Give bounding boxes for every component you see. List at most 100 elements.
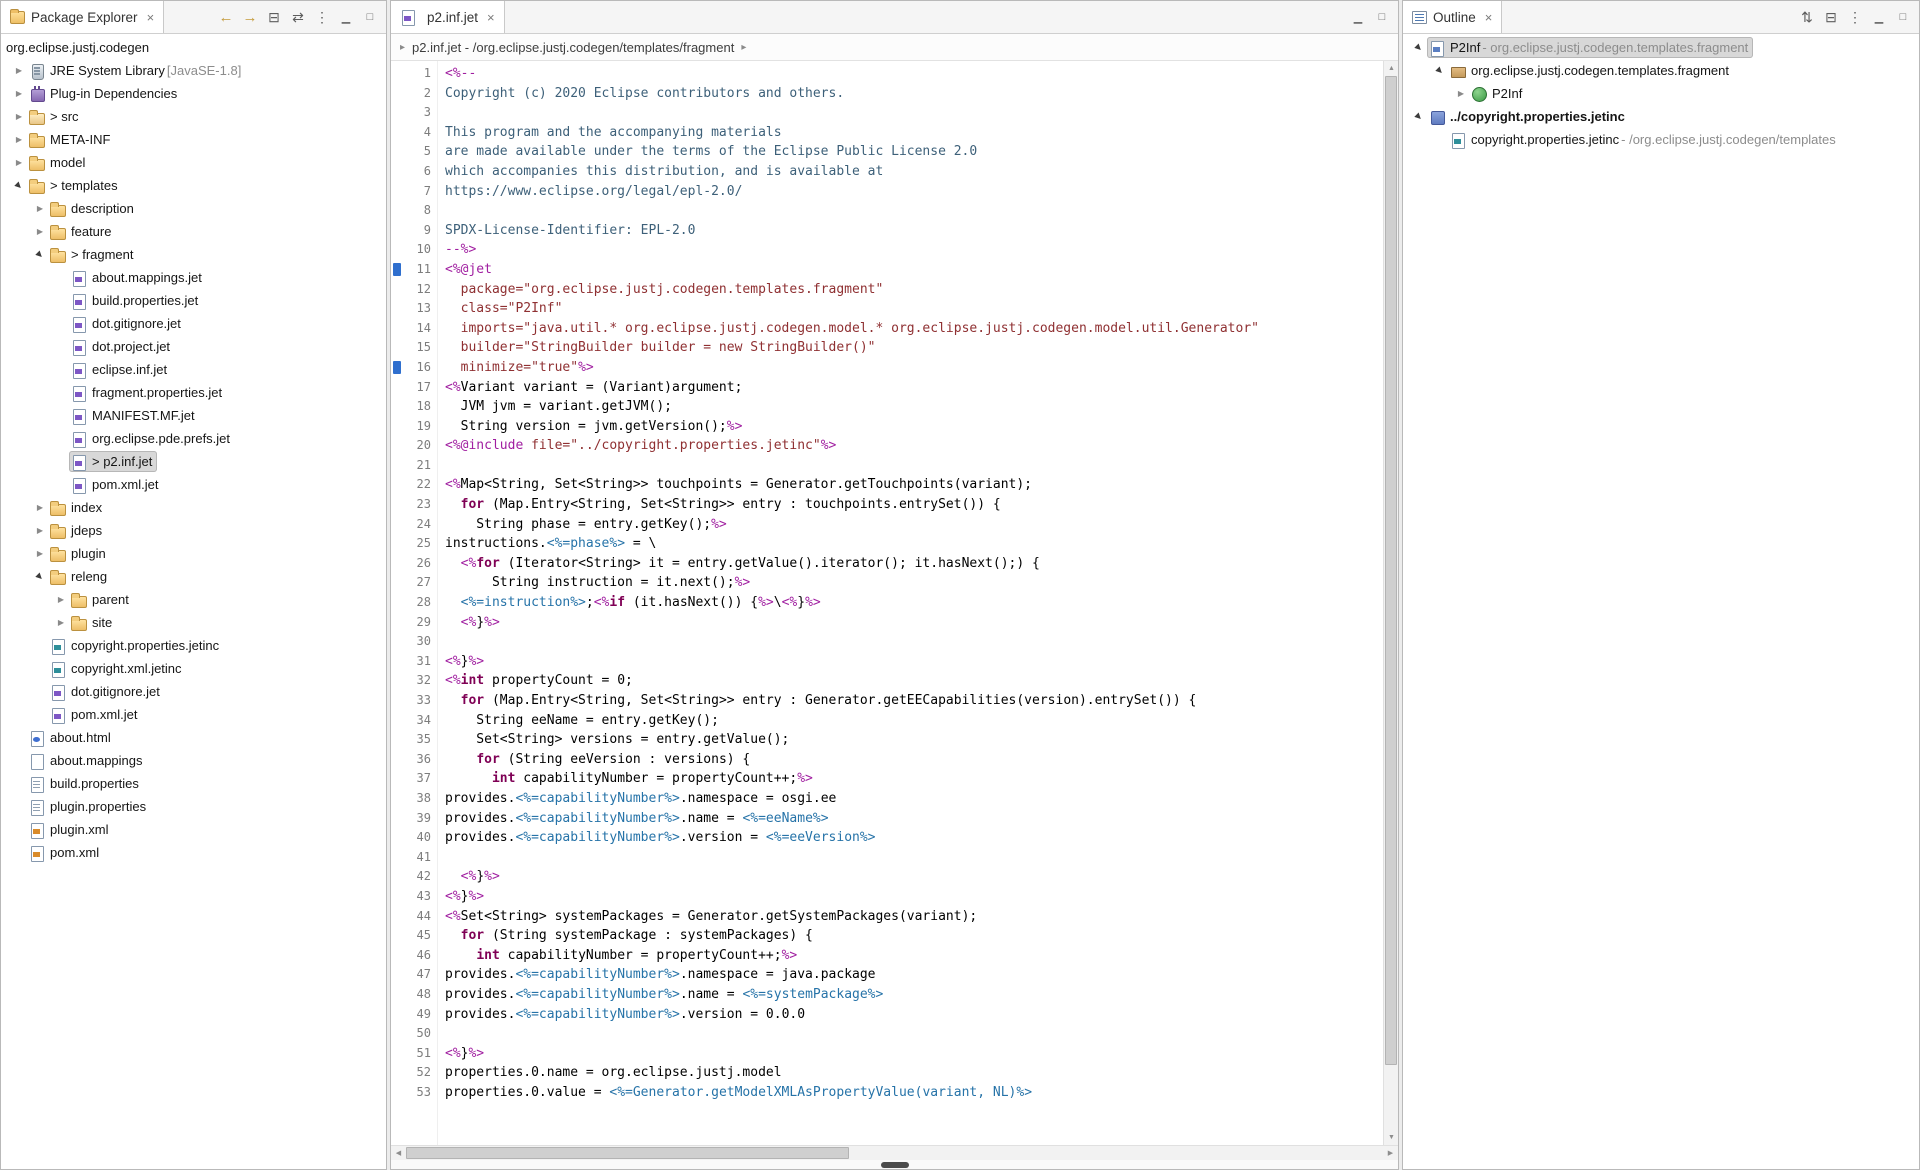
close-icon[interactable]: ×: [487, 10, 495, 25]
code-line-39[interactable]: provides.<%=capabilityNumber%>.name = <%…: [445, 809, 1383, 829]
tree-item-dot.project.jet[interactable]: dot.project.jet: [1, 335, 386, 358]
code-line-3[interactable]: [445, 103, 1383, 123]
expand-arrow-icon[interactable]: ▶: [32, 519, 48, 542]
back-icon[interactable]: ←: [215, 6, 237, 28]
tab-outline[interactable]: Outline ×: [1403, 1, 1502, 33]
code-line-13[interactable]: class="P2Inf": [445, 299, 1383, 319]
expand-arrow-icon[interactable]: ▶: [11, 59, 27, 82]
maximize-icon[interactable]: □: [359, 6, 381, 28]
tree-item-plugin.properties[interactable]: plugin.properties: [1, 795, 386, 818]
minimize-icon[interactable]: ▁: [1868, 6, 1890, 28]
code-line-45[interactable]: for (String systemPackage : systemPackag…: [445, 926, 1383, 946]
code-line-19[interactable]: String version = jvm.getVersion();%>: [445, 417, 1383, 437]
tab-p2-inf-jet[interactable]: p2.inf.jet ×: [391, 1, 505, 33]
code-line-9[interactable]: SPDX-License-Identifier: EPL-2.0: [445, 221, 1383, 241]
link-with-editor-icon[interactable]: ⇄: [287, 6, 309, 28]
scroll-down-icon[interactable]: ▼: [1384, 1130, 1398, 1145]
code-line-2[interactable]: Copyright (c) 2020 Eclipse contributors …: [445, 84, 1383, 104]
code-line-28[interactable]: <%=instruction%>;<%if (it.hasNext()) {%>…: [445, 593, 1383, 613]
scrollbar-thumb[interactable]: [406, 1147, 849, 1159]
tree-item-eclipse.inf.jet[interactable]: eclipse.inf.jet: [1, 358, 386, 381]
expand-arrow-icon[interactable]: ▶: [1453, 82, 1469, 105]
code-line-35[interactable]: Set<String> versions = entry.getValue();: [445, 730, 1383, 750]
tree-item-parent[interactable]: ▶parent: [1, 588, 386, 611]
code-line-12[interactable]: package="org.eclipse.justj.codegen.templ…: [445, 280, 1383, 300]
breadcrumb[interactable]: ▸ p2.inf.jet - /org.eclipse.justj.codege…: [391, 34, 1398, 61]
code-line-23[interactable]: for (Map.Entry<String, Set<String>> entr…: [445, 495, 1383, 515]
tree-item-site[interactable]: ▶site: [1, 611, 386, 634]
code-line-21[interactable]: [445, 456, 1383, 476]
forward-icon[interactable]: →: [239, 6, 261, 28]
vertical-scrollbar[interactable]: ▲ ▼: [1383, 61, 1398, 1145]
collapse-all-icon[interactable]: ⊟: [263, 6, 285, 28]
tree-item-copyright.properties.jetinc[interactable]: copyright.properties.jetinc: [1, 634, 386, 657]
expand-arrow-icon[interactable]: ▶: [11, 82, 27, 105]
code-line-37[interactable]: int capabilityNumber = propertyCount++;%…: [445, 769, 1383, 789]
close-icon[interactable]: ×: [1485, 10, 1493, 25]
tree-item-templates[interactable]: ▶> templates: [1, 174, 386, 197]
code-line-15[interactable]: builder="StringBuilder builder = new Str…: [445, 338, 1383, 358]
code-line-41[interactable]: [445, 848, 1383, 868]
code-line-36[interactable]: for (String eeVersion : versions) {: [445, 750, 1383, 770]
tree-item-build.properties[interactable]: build.properties: [1, 772, 386, 795]
tree-item-dot.gitignore.jet[interactable]: dot.gitignore.jet: [1, 680, 386, 703]
minimize-icon[interactable]: ▁: [335, 6, 357, 28]
code-line-7[interactable]: https://www.eclipse.org/legal/epl-2.0/: [445, 182, 1383, 202]
code-line-25[interactable]: instructions.<%=phase%> = \: [445, 534, 1383, 554]
code-line-16[interactable]: minimize="true"%>: [445, 358, 1383, 378]
expand-arrow-icon[interactable]: ▶: [32, 496, 48, 519]
code-lines[interactable]: <%--Copyright (c) 2020 Eclipse contribut…: [438, 61, 1383, 1145]
code-line-29[interactable]: <%}%>: [445, 613, 1383, 633]
code-line-52[interactable]: properties.0.name = org.eclipse.justj.mo…: [445, 1063, 1383, 1083]
scroll-up-icon[interactable]: ▲: [1384, 61, 1398, 76]
tree-item-jre-system-library[interactable]: ▶JRE System Library [JavaSE-1.8]: [1, 59, 386, 82]
code-line-22[interactable]: <%Map<String, Set<String>> touchpoints =…: [445, 475, 1383, 495]
maximize-icon[interactable]: □: [1892, 6, 1914, 28]
code-line-50[interactable]: [445, 1024, 1383, 1044]
expand-arrow-icon[interactable]: ▶: [11, 105, 27, 128]
scroll-left-icon[interactable]: ◀: [391, 1146, 406, 1161]
code-line-5[interactable]: are made available under the terms of th…: [445, 142, 1383, 162]
line-number-ruler[interactable]: 1234567891011121314151617181920212223242…: [404, 61, 438, 1145]
maximize-icon[interactable]: □: [1371, 6, 1393, 28]
sort-icon[interactable]: ⇅: [1796, 6, 1818, 28]
project-root-item[interactable]: org.eclipse.justj.codegen: [1, 36, 386, 59]
tree-item-manifest.mf.jet[interactable]: MANIFEST.MF.jet: [1, 404, 386, 427]
code-line-20[interactable]: <%@include file="../copyright.properties…: [445, 436, 1383, 456]
tree-item-pom.xml[interactable]: pom.xml: [1, 841, 386, 864]
minimize-icon[interactable]: ▁: [1347, 6, 1369, 28]
tree-item-jdeps[interactable]: ▶jdeps: [1, 519, 386, 542]
expand-arrow-icon[interactable]: ▶: [53, 588, 69, 611]
code-line-27[interactable]: String instruction = it.next();%>: [445, 573, 1383, 593]
code-line-42[interactable]: <%}%>: [445, 867, 1383, 887]
expand-arrow-icon[interactable]: ▶: [32, 220, 48, 243]
code-line-14[interactable]: imports="java.util.* org.eclipse.justj.c…: [445, 319, 1383, 339]
tree-item-description[interactable]: ▶description: [1, 197, 386, 220]
tree-item-copyright.xml.jetinc[interactable]: copyright.xml.jetinc: [1, 657, 386, 680]
code-line-46[interactable]: int capabilityNumber = propertyCount++;%…: [445, 946, 1383, 966]
tree-item-pom.xml.jet[interactable]: pom.xml.jet: [1, 473, 386, 496]
code-line-11[interactable]: <%@jet: [445, 260, 1383, 280]
tree-item-p2.inf.jet[interactable]: > p2.inf.jet: [1, 450, 386, 473]
tree-item-about.html[interactable]: about.html: [1, 726, 386, 749]
code-line-18[interactable]: JVM jvm = variant.getJVM();: [445, 397, 1383, 417]
code-line-48[interactable]: provides.<%=capabilityNumber%>.name = <%…: [445, 985, 1383, 1005]
code-line-47[interactable]: provides.<%=capabilityNumber%>.namespace…: [445, 965, 1383, 985]
tree-item-meta-inf[interactable]: ▶META-INF: [1, 128, 386, 151]
code-line-30[interactable]: [445, 632, 1383, 652]
scrollbar-thumb[interactable]: [1385, 76, 1397, 1065]
tree-item-releng[interactable]: ▶releng: [1, 565, 386, 588]
code-editor[interactable]: 1234567891011121314151617181920212223242…: [391, 61, 1398, 1145]
tree-item-p2inf[interactable]: ▶P2Inf: [1403, 82, 1919, 105]
code-line-32[interactable]: <%int propertyCount = 0;: [445, 671, 1383, 691]
code-line-6[interactable]: which accompanies this distribution, and…: [445, 162, 1383, 182]
tree-item-copyright.properties.jetinc[interactable]: copyright.properties.jetinc - /org.eclip…: [1403, 128, 1919, 151]
code-line-1[interactable]: <%--: [445, 64, 1383, 84]
chevron-right-icon[interactable]: ▸: [400, 42, 405, 53]
tree-item-index[interactable]: ▶index: [1, 496, 386, 519]
expand-arrow-icon[interactable]: ▶: [32, 197, 48, 220]
panel-handle[interactable]: [881, 1162, 909, 1168]
close-icon[interactable]: ×: [147, 10, 155, 25]
view-menu-icon[interactable]: ⋮: [311, 6, 333, 28]
tree-item-org.eclipse.justj.codegen.templates.fragment[interactable]: ▶org.eclipse.justj.codegen.templates.fra…: [1403, 59, 1919, 82]
